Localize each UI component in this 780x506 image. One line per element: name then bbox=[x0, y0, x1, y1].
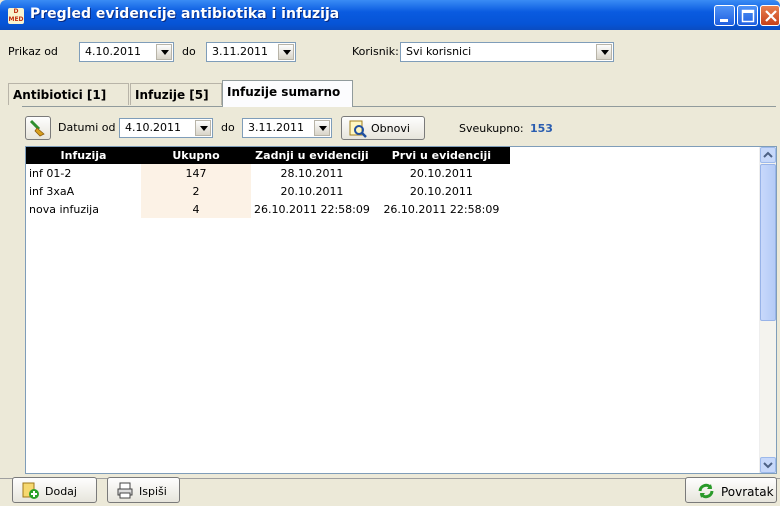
cell-ukupno: 2 bbox=[141, 182, 251, 200]
refresh-search-icon bbox=[349, 120, 367, 138]
do-date-picker[interactable]: 3.11.2011 bbox=[206, 42, 296, 62]
add-document-icon bbox=[22, 482, 39, 499]
dodaj-button[interactable]: Dodaj bbox=[12, 477, 97, 503]
chevron-down-icon[interactable] bbox=[596, 44, 612, 60]
toolbar-do-date-picker[interactable]: 3.11.2011 bbox=[242, 118, 332, 138]
maximize-button[interactable] bbox=[737, 5, 758, 26]
maximize-icon bbox=[741, 9, 755, 23]
cell-infuzija: inf 3xaA bbox=[29, 184, 75, 198]
chevron-down-icon[interactable] bbox=[278, 44, 294, 60]
povratak-label: Povratak bbox=[721, 485, 774, 499]
minimize-icon bbox=[720, 19, 728, 22]
toolbar-do-label: do bbox=[221, 121, 235, 134]
window-title: Pregled evidencije antibiotika i infuzij… bbox=[30, 6, 340, 22]
obnovi-button[interactable]: Obnovi bbox=[341, 116, 425, 140]
cell-prvi: 26.10.2011 22:58:09 bbox=[383, 202, 500, 216]
table-row[interactable]: inf 3xaA 2 20.10.2011 20.10.2011 bbox=[26, 182, 510, 200]
cell-prvi: 20.10.2011 bbox=[409, 184, 473, 198]
korisnik-select[interactable]: Svi korisnici bbox=[400, 42, 614, 62]
title-bar: D MED Pregled evidencije antibiotika i in… bbox=[0, 0, 780, 30]
close-icon bbox=[765, 10, 777, 22]
dodaj-label: Dodaj bbox=[45, 485, 77, 498]
sveukupno-value: 153 bbox=[530, 122, 553, 135]
datumi-od-label: Datumi od bbox=[58, 121, 116, 134]
cell-zadnji: 20.10.2011 bbox=[280, 184, 344, 198]
minimize-button[interactable] bbox=[714, 5, 735, 26]
datumi-od-date-picker[interactable]: 4.10.2011 bbox=[119, 118, 213, 138]
ispisi-button[interactable]: Ispiši bbox=[107, 477, 180, 503]
chevron-down-icon[interactable] bbox=[156, 44, 172, 60]
cell-ukupno: 4 bbox=[141, 200, 251, 218]
broom-icon bbox=[29, 119, 45, 137]
table-header-row: Infuzija Ukupno Zadnji u evidenciji Prvi… bbox=[26, 147, 510, 164]
close-button[interactable] bbox=[760, 5, 780, 26]
korisnik-label: Korisnik: bbox=[352, 45, 399, 58]
column-header-prvi[interactable]: Prvi u evidenciji bbox=[372, 147, 510, 164]
cell-infuzija: inf 01-2 bbox=[29, 166, 72, 180]
filter-row: Prikaz od 4.10.2011 do 3.11.2011 Korisni… bbox=[0, 41, 780, 65]
cell-zadnji: 28.10.2011 bbox=[280, 166, 344, 180]
app-icon: D MED bbox=[8, 8, 24, 24]
tab-antibiotici[interactable]: Antibiotici [1] bbox=[8, 83, 129, 105]
table-row[interactable]: nova infuzija 4 26.10.2011 22:58:09 26.1… bbox=[26, 200, 510, 218]
data-grid[interactable]: Infuzija Ukupno Zadnji u evidenciji Prvi… bbox=[25, 146, 777, 474]
cell-ukupno: 147 bbox=[141, 164, 251, 182]
refresh-icon bbox=[698, 483, 714, 499]
cell-infuzija: nova infuzija bbox=[29, 202, 99, 216]
clear-filter-button[interactable] bbox=[25, 116, 51, 140]
ispisi-label: Ispiši bbox=[139, 485, 167, 498]
scroll-down-button[interactable] bbox=[760, 457, 776, 473]
column-header-infuzija[interactable]: Infuzija bbox=[26, 147, 141, 164]
povratak-button[interactable]: Povratak bbox=[685, 477, 777, 503]
vertical-scrollbar[interactable] bbox=[759, 147, 776, 473]
tab-infuzije-sumarno[interactable]: Infuzije sumarno bbox=[222, 80, 353, 107]
chevron-down-icon[interactable] bbox=[195, 120, 211, 136]
chevron-down-icon[interactable] bbox=[314, 120, 330, 136]
chevron-up-icon bbox=[763, 151, 773, 158]
scroll-up-button[interactable] bbox=[760, 147, 776, 163]
sveukupno-label: Sveukupno: bbox=[459, 122, 524, 135]
prikaz-od-label: Prikaz od bbox=[8, 45, 58, 58]
prikaz-od-date-picker[interactable]: 4.10.2011 bbox=[79, 42, 174, 62]
cell-zadnji: 26.10.2011 22:58:09 bbox=[254, 202, 370, 216]
cell-prvi: 20.10.2011 bbox=[409, 166, 473, 180]
printer-icon bbox=[117, 482, 133, 499]
do-label: do bbox=[182, 45, 196, 58]
column-header-zadnji[interactable]: Zadnji u evidenciji bbox=[251, 147, 373, 164]
column-header-ukupno[interactable]: Ukupno bbox=[141, 147, 251, 164]
table-row[interactable]: inf 01-2 147 28.10.2011 20.10.2011 bbox=[26, 164, 510, 182]
scrollbar-thumb[interactable] bbox=[760, 164, 776, 321]
obnovi-label: Obnovi bbox=[371, 122, 410, 135]
tab-infuzije[interactable]: Infuzije [5] bbox=[130, 83, 222, 105]
chevron-down-icon bbox=[763, 462, 773, 469]
